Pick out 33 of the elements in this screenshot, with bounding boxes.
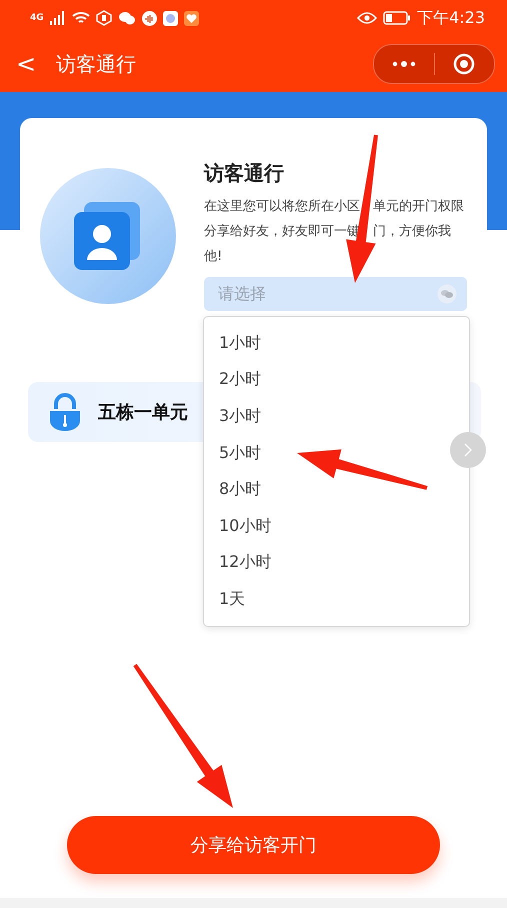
more-icon[interactable] bbox=[392, 61, 416, 67]
wifi-icon bbox=[72, 11, 90, 25]
chevron-right-icon bbox=[464, 443, 472, 457]
intro-description: 门，方便你我 bbox=[373, 222, 451, 240]
battery-icon bbox=[383, 11, 412, 25]
heart-icon bbox=[184, 10, 199, 26]
signal-icon bbox=[50, 11, 66, 25]
chat-icon bbox=[118, 10, 136, 26]
duration-option[interactable]: 10小时 bbox=[219, 516, 272, 537]
duration-option[interactable]: 1小时 bbox=[219, 332, 262, 354]
back-button[interactable]: < bbox=[16, 50, 56, 78]
intro-description: 单元的开门权限 bbox=[373, 198, 464, 214]
close-icon[interactable] bbox=[453, 53, 476, 75]
duration-option[interactable]: 8小时 bbox=[219, 479, 262, 500]
share-button[interactable]: 分享给访客开门 bbox=[67, 816, 440, 874]
network-label: 4G bbox=[30, 13, 44, 23]
chat-bubbles-icon bbox=[437, 284, 457, 304]
duration-option[interactable]: 3小时 bbox=[219, 406, 262, 427]
duration-option[interactable]: 2小时 bbox=[219, 369, 262, 390]
intro-description: 在这里您可以将您所在小区 bbox=[204, 198, 360, 214]
intro-title: 访客通行 bbox=[204, 160, 285, 187]
app-icon bbox=[162, 10, 178, 26]
eye-icon bbox=[357, 12, 378, 24]
hand-icon bbox=[96, 10, 112, 26]
unit-name: 五栋一单元 bbox=[98, 401, 188, 424]
duration-option[interactable]: 5小时 bbox=[219, 442, 262, 464]
page-title: 访客通行 bbox=[56, 50, 137, 78]
intro-description: 他! bbox=[204, 248, 222, 264]
audio-icon bbox=[142, 10, 157, 26]
lock-icon bbox=[48, 393, 82, 431]
duration-option[interactable]: 12小时 bbox=[219, 552, 272, 574]
clock-time: 下午4:23 bbox=[417, 8, 485, 28]
duration-option[interactable]: 1天 bbox=[219, 588, 246, 610]
